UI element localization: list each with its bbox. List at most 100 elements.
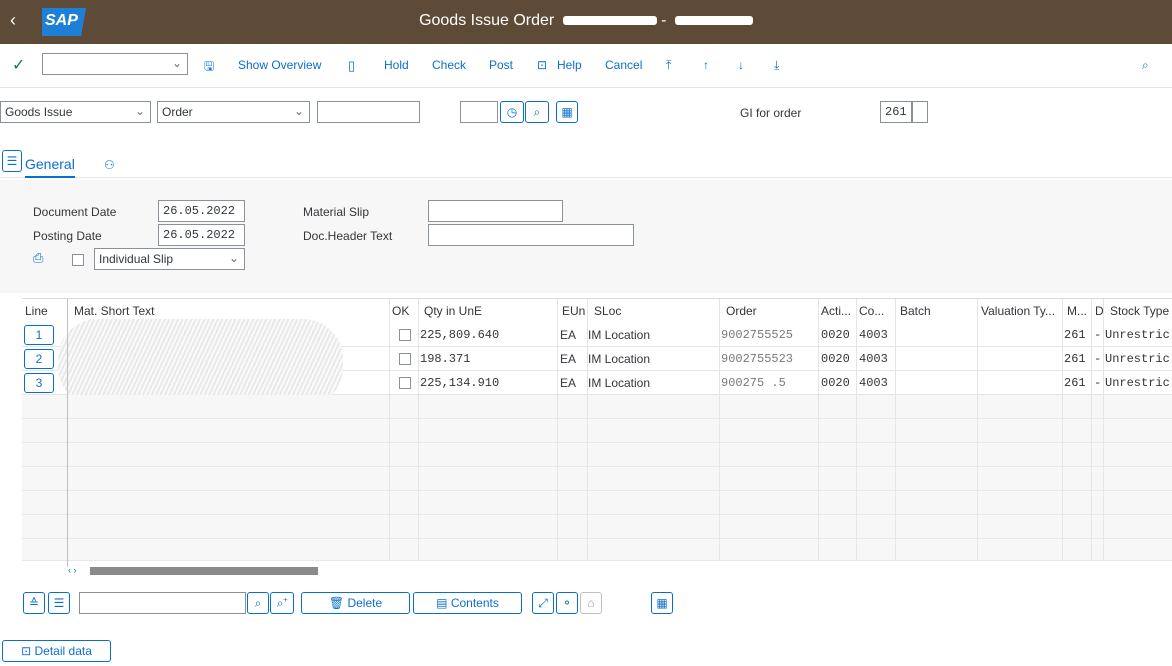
company-cell[interactable]: 4003 <box>859 347 888 371</box>
debit-cell[interactable]: - <box>1094 323 1101 347</box>
print-checkbox[interactable] <box>72 254 84 266</box>
last-page-icon[interactable]: ⤓ <box>774 58 779 73</box>
column-header-line[interactable]: Line <box>25 299 48 323</box>
search-icon[interactable]: ⌕ <box>247 592 269 614</box>
search-next-icon[interactable]: ⌕⁺ <box>270 592 294 614</box>
ok-checkbox[interactable] <box>399 353 411 365</box>
calculator-icon[interactable]: ▦ <box>556 101 578 123</box>
movement-type-field[interactable]: 261 <box>880 101 912 123</box>
tab-general[interactable]: General <box>25 156 75 178</box>
partner-icon[interactable]: ⚇ <box>104 158 115 172</box>
empty-row[interactable] <box>22 539 1172 561</box>
document-icon[interactable]: ▯ <box>348 58 355 74</box>
help-button[interactable]: Help <box>557 58 582 72</box>
column-header-eun[interactable]: EUn <box>562 299 585 323</box>
eun-cell[interactable]: EA <box>560 323 576 347</box>
next-page-icon[interactable]: ↓ <box>738 58 744 72</box>
scroll-arrows[interactable]: ‹ › <box>68 565 77 575</box>
command-field[interactable]: ⌄ <box>42 53 188 75</box>
save-icon[interactable]: 🖫 <box>204 57 214 78</box>
column-header-ok[interactable]: OK <box>392 299 409 323</box>
line-button[interactable]: 1 <box>24 325 54 345</box>
order-cell[interactable]: 900275 .5 <box>721 371 786 395</box>
hierarchy-icon[interactable]: ⚬ <box>556 592 578 614</box>
qty-cell[interactable]: 225,809.640 <box>420 323 499 347</box>
activity-cell[interactable]: 0020 <box>821 347 850 371</box>
column-header-activity[interactable]: Acti... <box>821 299 851 323</box>
show-overview-button[interactable]: Show Overview <box>238 58 321 72</box>
calculator-icon[interactable]: ▦ <box>651 592 673 614</box>
column-header-qty[interactable]: Qty in UnE <box>424 299 482 323</box>
contents-button[interactable]: ▤ Contents <box>413 592 522 614</box>
company-cell[interactable]: 4003 <box>859 323 888 347</box>
reference-document-select[interactable]: Order ⌄ <box>157 101 310 123</box>
activity-cell[interactable]: 0020 <box>821 323 850 347</box>
cancel-button[interactable]: Cancel <box>605 58 642 72</box>
delete-button[interactable]: 🗑 Delete <box>301 592 410 614</box>
column-header-sloc[interactable]: SLoc <box>594 299 621 323</box>
order-number-input[interactable] <box>317 101 420 123</box>
empty-row[interactable] <box>22 395 1172 419</box>
doc-header-text-field[interactable] <box>428 224 634 246</box>
column-header-order[interactable]: Order <box>726 299 757 323</box>
movement-cell[interactable]: 261 <box>1064 371 1086 395</box>
empty-row[interactable] <box>22 515 1172 539</box>
order-cell[interactable]: 9002755523 <box>721 347 793 371</box>
stock-type-cell[interactable]: Unrestric <box>1105 323 1170 347</box>
document-date-field[interactable]: 26.05.2022 <box>158 200 245 222</box>
line-button[interactable]: 3 <box>24 373 54 393</box>
column-header-movement[interactable]: M... <box>1067 299 1087 323</box>
detail-data-button[interactable]: ⊡ Detail data <box>2 640 111 662</box>
empty-row[interactable] <box>22 467 1172 491</box>
order-cell[interactable]: 9002755525 <box>721 323 793 347</box>
search-icon[interactable]: ⌕ <box>1142 58 1149 73</box>
list-icon[interactable]: ☰ <box>48 592 70 614</box>
hold-button[interactable]: Hold <box>384 58 409 72</box>
empty-row[interactable] <box>22 491 1172 515</box>
post-button[interactable]: Post <box>489 58 513 72</box>
collapse-header-icon[interactable]: ☰ <box>2 150 22 172</box>
qty-cell[interactable]: 198.371 <box>420 347 470 371</box>
debit-cell[interactable]: - <box>1094 347 1101 371</box>
column-header-batch[interactable]: Batch <box>900 299 931 323</box>
item-input[interactable] <box>460 101 498 123</box>
activity-cell[interactable]: 0020 <box>821 371 850 395</box>
help-icon[interactable]: ⊡ <box>537 58 547 72</box>
previous-page-icon[interactable]: ↑ <box>703 58 709 72</box>
sloc-cell[interactable]: IM Location <box>588 323 650 347</box>
posting-date-field[interactable]: 26.05.2022 <box>158 224 245 246</box>
sloc-cell[interactable]: IM Location <box>588 371 650 395</box>
empty-row[interactable] <box>22 419 1172 443</box>
stock-type-cell[interactable]: Unrestric <box>1105 347 1170 371</box>
align-icon[interactable]: ≙ <box>23 592 45 614</box>
movement-indicator-field[interactable] <box>912 101 928 123</box>
check-button[interactable]: Check <box>432 58 466 72</box>
history-icon[interactable]: ◷ <box>500 101 524 123</box>
eun-cell[interactable]: EA <box>560 347 576 371</box>
slip-type-select[interactable]: Individual Slip ⌄ <box>94 248 245 270</box>
movement-cell[interactable]: 261 <box>1064 323 1086 347</box>
ok-checkbox[interactable] <box>399 329 411 341</box>
material-slip-field[interactable] <box>428 200 563 222</box>
column-header-company[interactable]: Co... <box>859 299 884 323</box>
company-cell[interactable]: 4003 <box>859 371 888 395</box>
qty-cell[interactable]: 225,134.910 <box>420 371 499 395</box>
eun-cell[interactable]: EA <box>560 371 576 395</box>
horizontal-scrollbar[interactable] <box>90 567 318 575</box>
search-icon[interactable]: ⌕ <box>525 101 549 123</box>
expand-icon[interactable]: ⤢ <box>532 592 554 614</box>
search-term-input[interactable] <box>79 592 246 614</box>
column-header-valuation[interactable]: Valuation Ty... <box>981 299 1055 323</box>
print-icon[interactable]: ⎙ <box>33 250 43 266</box>
line-button[interactable]: 2 <box>24 349 54 369</box>
debit-cell[interactable]: - <box>1094 371 1101 395</box>
first-page-icon[interactable]: ⤒ <box>666 58 671 73</box>
column-header-stock-type[interactable]: Stock Type <box>1110 299 1169 323</box>
empty-row[interactable] <box>22 443 1172 467</box>
ok-checkbox[interactable] <box>399 377 411 389</box>
check-icon[interactable]: ✓ <box>12 55 25 75</box>
sloc-cell[interactable]: IM Location <box>588 347 650 371</box>
stock-type-cell[interactable]: Unrestric <box>1105 371 1170 395</box>
movement-cell[interactable]: 261 <box>1064 347 1086 371</box>
action-select[interactable]: Goods Issue ⌄ <box>0 101 151 123</box>
